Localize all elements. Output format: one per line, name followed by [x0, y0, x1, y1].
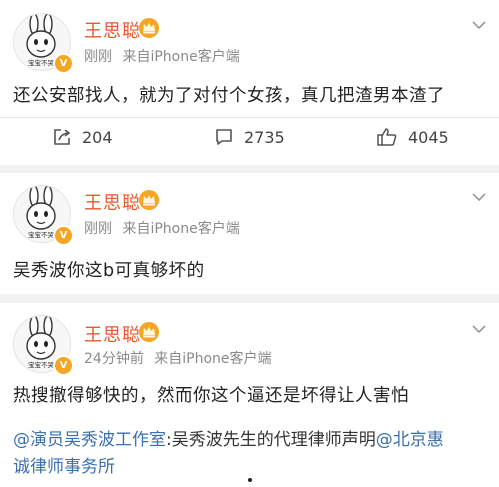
- forward-count: 204: [82, 127, 113, 147]
- post-text: 热搜撤得够快的，然而你这个逼还是坏得让人害怕: [13, 386, 409, 406]
- post-meta: 24分钟前 来自iPhone客户端: [84, 348, 272, 368]
- crown-icon: [139, 322, 159, 342]
- weibo-post-3: 宝宝不哭 V 王思聪 24分钟前 来自iPhone客户端 热搜撤得够快的，然而你…: [0, 303, 499, 487]
- repost-text: @演员吴秀波工作室:吴秀波先生的代理律师声明@北京惠 诚律师事务所: [13, 427, 489, 481]
- verified-badge: V: [53, 355, 74, 376]
- username[interactable]: 王思聪: [84, 17, 141, 43]
- forward-icon: [54, 129, 71, 145]
- forward-button[interactable]: 204: [52, 122, 113, 152]
- mention-lawfirm-link-cont[interactable]: 诚律师事务所: [13, 457, 115, 477]
- repost-body: :吴秀波先生的代理律师声明: [166, 430, 376, 450]
- page-indicator-dot: [248, 478, 252, 482]
- post-source: 来自iPhone客户端: [122, 221, 240, 237]
- post-text: 还公安部找人，就为了对付个女孩，真几把渣男本渣了: [13, 86, 445, 106]
- weibo-post-2: 宝宝不哭 V 王思聪 刚刚 来自iPhone客户端 吴秀波你这b可真够坏的: [0, 173, 499, 294]
- mention-studio-link[interactable]: @演员吴秀波工作室: [13, 430, 166, 450]
- like-count: 4045: [408, 127, 449, 147]
- post-source: 来自iPhone客户端: [122, 49, 240, 65]
- divider: [0, 117, 499, 118]
- post-text: 吴秀波你这b可真够坏的: [13, 261, 205, 281]
- comment-button[interactable]: 2735: [214, 122, 285, 152]
- comment-icon: [216, 129, 232, 145]
- username[interactable]: 王思聪: [84, 189, 141, 215]
- avatar-caption: 宝宝不哭: [28, 58, 55, 67]
- post-source: 来自iPhone客户端: [154, 351, 272, 367]
- username[interactable]: 王思聪: [84, 321, 141, 347]
- post-time: 24分钟前: [84, 351, 144, 367]
- avatar-caption: 宝宝不哭: [28, 360, 55, 369]
- crown-icon: [139, 190, 159, 210]
- post-meta: 刚刚 来自iPhone客户端: [84, 218, 240, 238]
- verified-badge: V: [53, 225, 74, 246]
- post-meta: 刚刚 来自iPhone客户端: [84, 46, 240, 66]
- post-time: 刚刚: [84, 221, 112, 237]
- chevron-down-icon[interactable]: [471, 321, 487, 337]
- chevron-down-icon[interactable]: [471, 17, 487, 33]
- thumbs-up-icon: [377, 128, 397, 146]
- weibo-post-1: 宝宝不哭 V 王思聪 刚刚 来自iPhone客户端 还公安部找人，就为了对付个女…: [0, 0, 499, 165]
- chevron-down-icon[interactable]: [471, 189, 487, 205]
- like-button[interactable]: 4045: [376, 122, 449, 152]
- crown-icon: [139, 18, 159, 38]
- avatar-caption: 宝宝不哭: [28, 230, 55, 239]
- verified-badge: V: [53, 53, 74, 74]
- mention-lawfirm-link[interactable]: @北京惠: [376, 430, 444, 450]
- comment-count: 2735: [244, 127, 285, 147]
- post-time: 刚刚: [84, 49, 112, 65]
